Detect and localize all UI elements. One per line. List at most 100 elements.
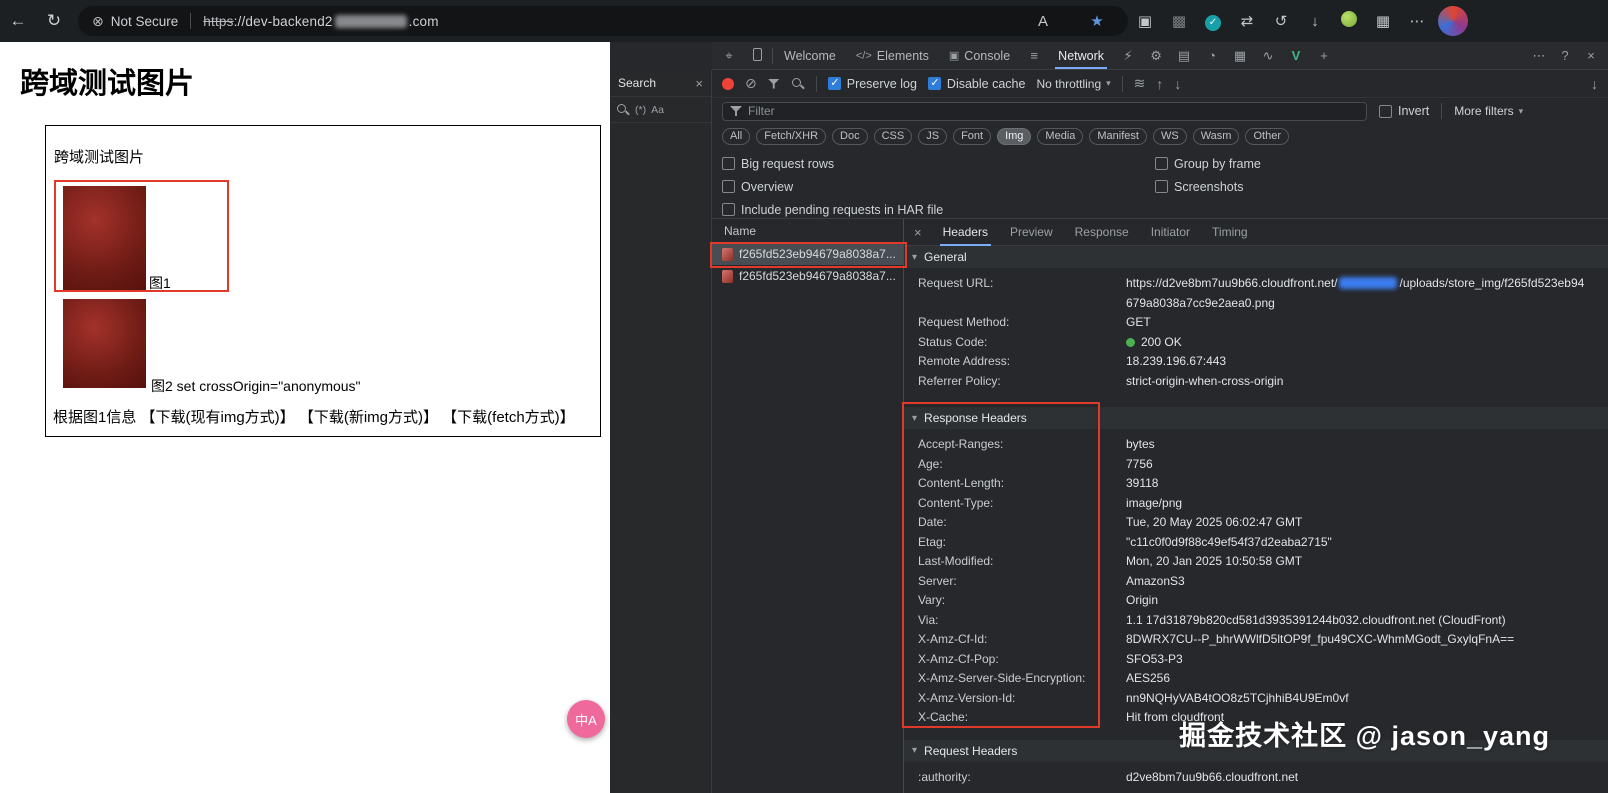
filter-pill[interactable]: Font xyxy=(953,127,992,145)
overview-checkbox[interactable] xyxy=(722,180,735,193)
inspect-element-icon[interactable]: ⌖ xyxy=(716,48,742,64)
help-icon[interactable]: ? xyxy=(1552,48,1578,63)
search-icon xyxy=(616,103,630,117)
triangle-icon: ▾ xyxy=(912,745,918,756)
close-search-icon[interactable]: × xyxy=(695,76,703,91)
detail-tab[interactable]: Initiator xyxy=(1140,219,1201,246)
tab-welcome[interactable]: Welcome xyxy=(775,42,845,69)
include-pending-option[interactable]: Include pending requests in HAR file xyxy=(722,198,943,221)
device-toolbar-icon[interactable] xyxy=(744,47,770,64)
filter-pill[interactable]: Fetch/XHR xyxy=(756,127,827,145)
detail-tab[interactable]: Preview xyxy=(999,219,1064,246)
detail-tab[interactable]: Response xyxy=(1064,219,1140,246)
add-panel-icon[interactable]: + xyxy=(1311,48,1337,63)
close-details-icon[interactable]: × xyxy=(904,225,932,240)
search-panel-title: Search xyxy=(618,76,657,90)
network-conditions-icon[interactable]: ≋ xyxy=(1134,75,1146,92)
download-panel-icon[interactable]: ↓ xyxy=(1591,76,1598,92)
settings-icon[interactable]: ⚙ xyxy=(1143,48,1169,64)
detail-tab[interactable]: Timing xyxy=(1201,219,1259,246)
history-icon[interactable]: ↺ xyxy=(1264,12,1298,30)
refresh-icon[interactable]: ↻ xyxy=(36,11,72,31)
filter-pill[interactable]: Img xyxy=(997,127,1032,145)
import-har-icon[interactable]: ↑ xyxy=(1156,76,1163,92)
test-image-1[interactable] xyxy=(63,186,146,291)
regex-toggle[interactable]: (*) xyxy=(635,104,646,116)
tune-icon[interactable]: ≡ xyxy=(1021,48,1047,63)
network-request-row[interactable]: f265fd523eb94679a8038a7... xyxy=(712,243,903,265)
header-key: Request Method: xyxy=(918,315,1010,329)
profile-avatar[interactable] xyxy=(1438,6,1468,36)
vue-devtools-icon[interactable]: V xyxy=(1283,48,1309,63)
more-filters-button[interactable]: More filters ▾ xyxy=(1454,104,1523,118)
performance-icon[interactable]: ⚡ xyxy=(1115,48,1141,64)
filter-pill[interactable]: WS xyxy=(1152,127,1187,145)
translate-icon[interactable]: ⇄ xyxy=(1230,12,1264,30)
export-har-icon[interactable]: ↓ xyxy=(1174,76,1181,92)
preserve-log-checkbox[interactable] xyxy=(827,76,841,90)
download-links-line[interactable]: 根据图1信息 【下载(现有img方式)】 【下载(新img方式)】 【下载(fe… xyxy=(53,406,575,427)
filter-pill[interactable]: Wasm xyxy=(1192,127,1240,145)
wasp-extension-icon[interactable] xyxy=(1332,11,1366,31)
include-pending-checkbox[interactable] xyxy=(722,203,735,216)
throttling-select[interactable]: No throttling ▾ xyxy=(1036,77,1110,91)
screenshot-icon[interactable]: ▣ xyxy=(1128,12,1162,30)
apps-grid-icon[interactable]: ▦ xyxy=(1366,12,1400,30)
read-aloud-icon[interactable]: A xyxy=(1026,13,1060,30)
general-section-header[interactable]: ▾ General xyxy=(904,246,1608,268)
back-icon[interactable]: ← xyxy=(0,11,36,31)
tab-network[interactable]: Network xyxy=(1049,42,1113,69)
filter-pill[interactable]: All xyxy=(722,127,751,145)
filter-pill[interactable]: CSS xyxy=(873,127,913,145)
favorite-star-icon[interactable]: ★ xyxy=(1080,12,1114,30)
security-label[interactable]: Not Secure xyxy=(111,14,179,29)
filter-toggle-icon[interactable] xyxy=(767,78,780,89)
response-headers-section-header[interactable]: ▾ Response Headers xyxy=(904,407,1608,429)
detail-tab[interactable]: Headers xyxy=(932,219,999,246)
match-case-toggle[interactable]: Aa xyxy=(651,104,664,116)
group-by-frame-option[interactable]: Group by frame xyxy=(1155,152,1261,175)
disable-cache-option[interactable]: Disable cache xyxy=(927,76,1025,91)
more-options-icon[interactable]: ⋯ xyxy=(1400,12,1434,30)
network-request-row[interactable]: f265fd523eb94679a8038a7... xyxy=(712,265,903,287)
test-image-2[interactable] xyxy=(63,299,146,388)
overview-option[interactable]: Overview xyxy=(722,175,943,198)
invert-option[interactable]: Invert xyxy=(1379,104,1429,118)
storage-icon[interactable]: ▦ xyxy=(1227,48,1253,64)
devtools-more-icon[interactable]: ⋯ xyxy=(1526,48,1552,64)
filter-pill[interactable]: Media xyxy=(1037,127,1084,145)
header-row: Content-Length: 39118 xyxy=(904,474,1608,494)
disable-cache-checkbox[interactable] xyxy=(927,76,941,90)
name-column-header[interactable]: Name xyxy=(712,219,903,243)
big-request-rows-checkbox[interactable] xyxy=(722,157,735,170)
header-key: X-Amz-Server-Side-Encryption: xyxy=(918,671,1086,685)
tab-console[interactable]: ▣ Console xyxy=(940,42,1019,69)
adblock-check-icon[interactable]: ✓ xyxy=(1196,12,1230,31)
application-icon[interactable]: ▤ xyxy=(1171,48,1197,64)
big-request-rows-option[interactable]: Big request rows xyxy=(722,152,943,175)
screenshots-option[interactable]: Screenshots xyxy=(1155,175,1261,198)
close-devtools-icon[interactable]: × xyxy=(1578,48,1604,63)
filter-pill[interactable]: JS xyxy=(918,127,948,145)
request-list-panel: Name f265fd523eb94679a8038a7... f265fd52… xyxy=(712,219,903,793)
record-icon[interactable] xyxy=(722,77,734,90)
invert-checkbox[interactable] xyxy=(1379,104,1392,118)
tab-elements[interactable]: </> Elements xyxy=(847,42,938,69)
filter-pill[interactable]: Other xyxy=(1245,127,1289,145)
preserve-log-option[interactable]: Preserve log xyxy=(827,76,917,91)
filter-pill[interactable]: Manifest xyxy=(1089,127,1147,145)
screenshots-checkbox[interactable] xyxy=(1155,180,1168,193)
header-row: Remote Address: 18.239.196.67:443 xyxy=(904,352,1608,372)
filter-pill[interactable]: Doc xyxy=(832,127,868,145)
profiler-icon[interactable]: ◔ xyxy=(1199,48,1225,63)
translate-badge[interactable]: 中A xyxy=(567,700,605,738)
response-header-rows: Accept-Ranges: bytes Age: 7756 Content-L… xyxy=(904,435,1608,728)
filter-input[interactable]: Filter xyxy=(722,101,1367,121)
address-bar[interactable]: ⊗ Not Secure https://dev-backend2 .com A … xyxy=(78,6,1128,36)
activity-icon[interactable]: ∿ xyxy=(1255,48,1281,64)
network-search-icon[interactable] xyxy=(791,77,805,91)
download-icon[interactable]: ↓ xyxy=(1298,13,1332,30)
group-by-frame-checkbox[interactable] xyxy=(1155,157,1168,170)
extension-puzzle-icon[interactable]: ▩ xyxy=(1162,12,1196,30)
clear-icon[interactable]: ⊘ xyxy=(745,75,757,92)
